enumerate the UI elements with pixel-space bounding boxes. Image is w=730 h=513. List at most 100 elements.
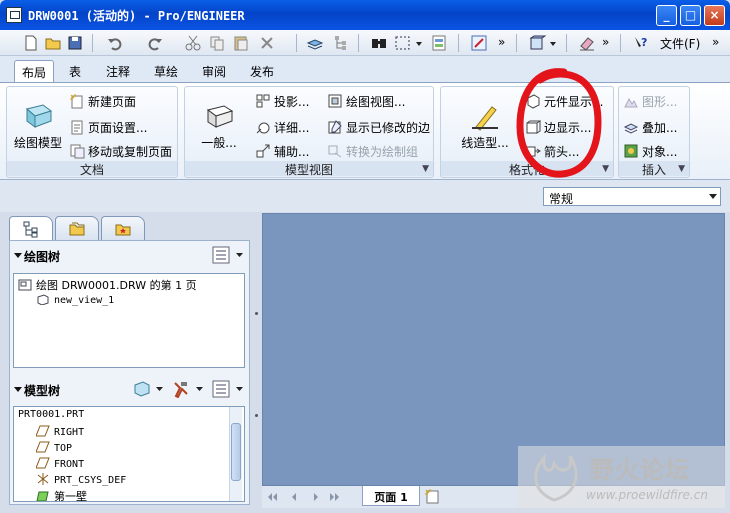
select-box-icon[interactable]: [394, 34, 412, 52]
undo-icon[interactable]: [106, 34, 124, 52]
favorites-icon: [115, 224, 131, 236]
object-button[interactable]: 对象...: [623, 143, 677, 160]
tree-settings-icon[interactable]: [212, 246, 246, 264]
paste-icon[interactable]: [232, 34, 250, 52]
projection-view-button[interactable]: 投影...: [255, 93, 309, 110]
dropdown-arrow-icon[interactable]: [414, 34, 424, 52]
auxiliary-view-button[interactable]: 辅助...: [255, 143, 309, 160]
copy-icon[interactable]: [208, 34, 226, 52]
detail-view-button[interactable]: 详细...: [255, 119, 309, 136]
drawing-tree-view-item[interactable]: new_view_1: [36, 293, 114, 306]
redo-icon[interactable]: [146, 34, 164, 52]
drawing-tree-root[interactable]: 绘图 DRW0001.DRW 的第 1 页: [18, 277, 197, 293]
show-modified-edges-label: 显示已修改的边: [346, 121, 431, 135]
model-tree-item-label: FRONT: [54, 459, 85, 470]
add-page-icon[interactable]: [424, 488, 442, 504]
splitter-grip: [255, 414, 258, 417]
show-options-icon[interactable]: [132, 380, 166, 398]
group-document-label: 文档: [7, 161, 177, 177]
tab-favorites[interactable]: [101, 216, 145, 240]
tree-structure-icon[interactable]: [332, 34, 350, 52]
tab-review[interactable]: 审阅: [196, 60, 232, 82]
cut-icon[interactable]: [184, 34, 202, 52]
drawing-tree: 绘图 DRW0001.DRW 的第 1 页 new_view_1: [13, 273, 245, 368]
graphics-icon: [624, 97, 638, 108]
page-navigation-arrows[interactable]: [266, 490, 346, 504]
new-page-icon: [70, 94, 83, 109]
group-model-views-label: 模型视图: [185, 161, 433, 177]
general-view-icon: [206, 105, 234, 128]
collapse-triangle-icon[interactable]: [14, 387, 22, 392]
model-tree-item[interactable]: RIGHT: [36, 425, 84, 438]
style-select[interactable]: 常规: [543, 187, 721, 206]
save-icon[interactable]: [66, 34, 84, 52]
line-style-icon: [472, 106, 498, 131]
model-tree-scrollbar[interactable]: [229, 407, 242, 501]
scrollbar-thumb[interactable]: [231, 423, 241, 481]
navigator-splitter[interactable]: [252, 216, 261, 505]
quick-access-toolbar: » » ? 文件(F) »: [0, 30, 730, 56]
group-expand-icon[interactable]: ▼: [678, 164, 685, 174]
group-document: 绘图模型 新建页面 页面设置... 移动或复制页面 文档: [6, 86, 178, 178]
toolbar-overflow[interactable]: »: [602, 35, 609, 49]
menu-overflow[interactable]: »: [712, 35, 719, 49]
open-folder-icon[interactable]: [44, 34, 62, 52]
view-display-icon[interactable]: [528, 34, 546, 52]
drawing-view-button[interactable]: 绘图视图...: [327, 93, 405, 110]
toolbar-separator: [358, 34, 359, 52]
tab-publish[interactable]: 发布: [244, 60, 280, 82]
model-tree-item[interactable]: PRT_CSYS_DEF: [36, 473, 126, 486]
general-view-button[interactable]: 一般...: [195, 101, 243, 151]
binoculars-icon[interactable]: [370, 34, 388, 52]
graphics-button[interactable]: 图形...: [623, 93, 677, 110]
group-expand-icon[interactable]: ▼: [422, 164, 429, 174]
convert-to-draft-group-button[interactable]: 转换为绘制组: [327, 143, 418, 160]
toolbar-overflow[interactable]: »: [498, 35, 505, 49]
model-tree-item[interactable]: 第一壁: [36, 488, 87, 501]
maximize-button[interactable]: □: [680, 5, 701, 26]
tab-folder-browser[interactable]: [55, 216, 99, 240]
tab-sketch[interactable]: 草绘: [148, 60, 184, 82]
model-tree-item[interactable]: TOP: [36, 441, 72, 454]
tree-settings-icon[interactable]: [212, 380, 246, 398]
properties-icon[interactable]: [430, 34, 448, 52]
page-tab-1[interactable]: 页面 1: [362, 486, 420, 506]
model-tree-item-label: RIGHT: [54, 427, 85, 438]
eraser-icon[interactable]: [578, 34, 596, 52]
show-modified-edges-button[interactable]: 显示已修改的边: [327, 119, 430, 136]
model-tree-root[interactable]: PRT0001.PRT: [18, 409, 84, 420]
page-setup-label: 页面设置...: [88, 121, 148, 135]
projection-view-icon: [256, 94, 270, 108]
drawing-tree-view-label: new_view_1: [54, 295, 115, 306]
style-select-value: 常规: [549, 192, 574, 206]
drawing-model-button[interactable]: 绘图模型: [9, 101, 67, 151]
delete-icon[interactable]: [258, 34, 276, 52]
new-page-label: 新建页面: [88, 95, 137, 109]
tab-layout[interactable]: 布局: [14, 60, 54, 82]
drawing-model-icon: [25, 104, 53, 128]
new-page-button[interactable]: 新建页面: [69, 93, 136, 110]
annotation-circle: [516, 68, 602, 178]
layers-icon[interactable]: [306, 34, 324, 52]
dropdown-arrow-icon[interactable]: [548, 34, 558, 52]
tab-table[interactable]: 表: [60, 60, 90, 82]
help-icon[interactable]: ?: [632, 34, 650, 52]
page-setup-button[interactable]: 页面设置...: [69, 119, 147, 136]
projection-view-label: 投影...: [274, 95, 310, 109]
tab-annotate[interactable]: 注释: [100, 60, 136, 82]
close-button[interactable]: ×: [704, 5, 725, 26]
sketch-icon[interactable]: [470, 34, 488, 52]
collapse-triangle-icon[interactable]: [14, 253, 22, 258]
new-file-icon[interactable]: [22, 34, 40, 52]
detail-view-icon: [256, 122, 270, 134]
minimize-button[interactable]: _: [656, 5, 677, 26]
tree-icon: [23, 221, 38, 238]
file-menu[interactable]: 文件(F): [660, 35, 700, 52]
auxiliary-view-label: 辅助...: [274, 145, 310, 159]
overlay-button[interactable]: 叠加...: [623, 119, 677, 136]
move-copy-page-button[interactable]: 移动或复制页面: [69, 143, 172, 160]
page-setup-icon: [71, 120, 83, 135]
model-tree-item[interactable]: FRONT: [36, 457, 84, 470]
tools-icon[interactable]: [172, 380, 206, 398]
tab-model-tree-navigator[interactable]: [9, 216, 53, 240]
